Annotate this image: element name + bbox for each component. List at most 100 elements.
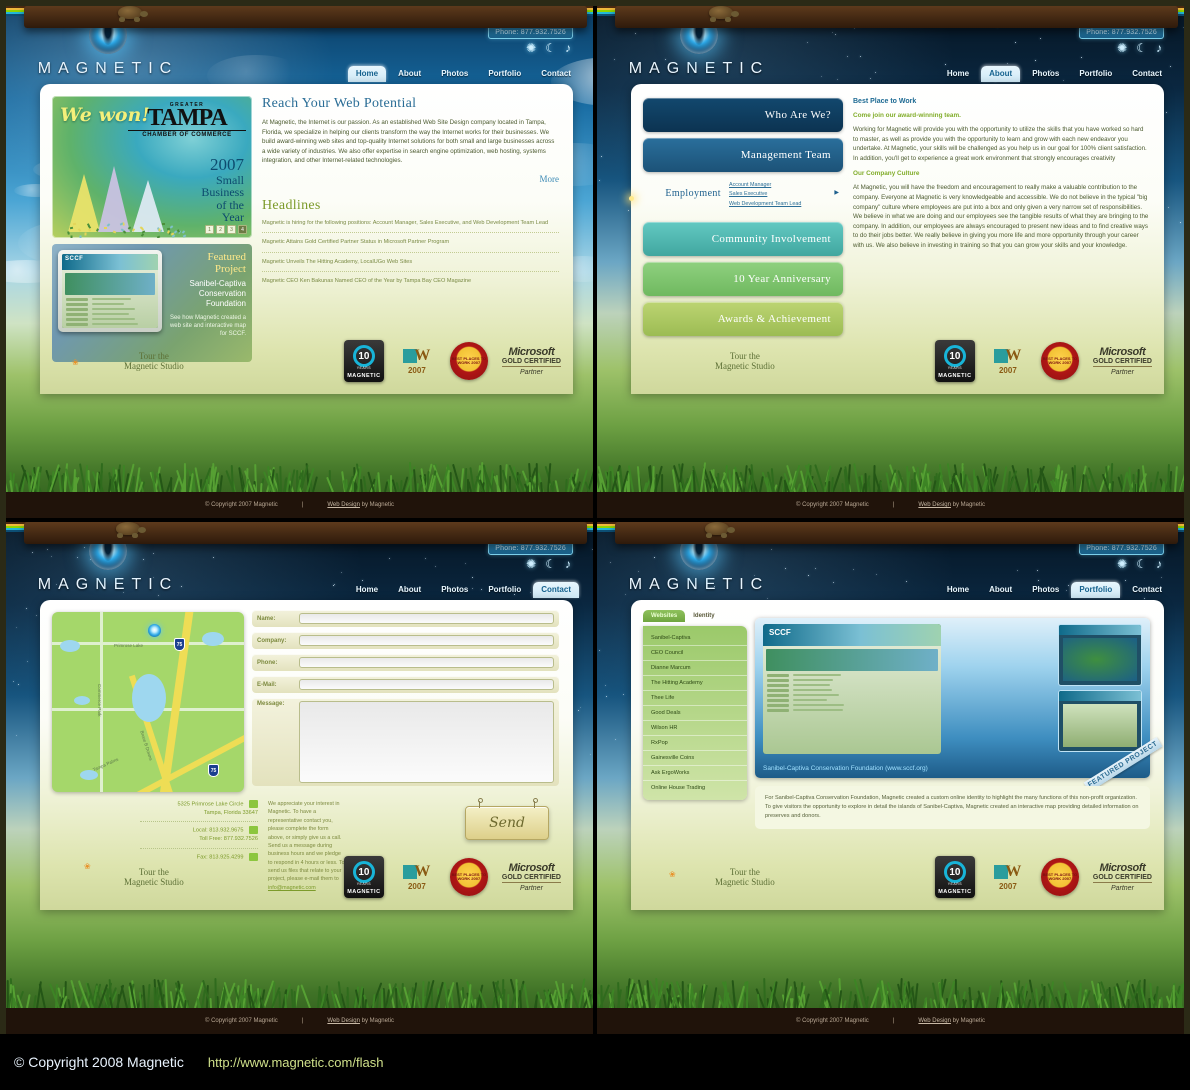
accordion-employment[interactable]: Employment Account Manager Sales Executi…: [643, 178, 843, 216]
accordion-who-are-we[interactable]: Who Are We?: [643, 98, 843, 132]
nav-portfolio[interactable]: Portfolio: [1071, 582, 1120, 598]
headline-item[interactable]: Magnetic Attains Gold Certified Partner …: [262, 233, 559, 252]
nav-photos[interactable]: Photos: [1024, 66, 1067, 82]
list-item[interactable]: Sanibel-Captiva: [643, 631, 747, 646]
nav-home[interactable]: Home: [348, 66, 386, 82]
send-button[interactable]: Send: [465, 806, 549, 840]
nav-portfolio[interactable]: Portfolio: [480, 582, 529, 598]
employment-links[interactable]: Account Manager Sales Executive Web Deve…: [729, 181, 801, 209]
nav-home[interactable]: Home: [348, 582, 386, 598]
list-item[interactable]: Wilson HR: [643, 721, 747, 736]
list-item[interactable]: Good Deals: [643, 706, 747, 721]
hero-slide-dots[interactable]: 1 2 3 4: [205, 225, 247, 234]
form-row-company[interactable]: Company:: [252, 632, 559, 649]
list-item[interactable]: Online House Trading: [643, 781, 747, 795]
accordion-awards-achievement[interactable]: Awards & Achievement: [643, 302, 843, 336]
mode-icons[interactable]: ✺ ☾ ♪: [526, 558, 571, 570]
tab-identity[interactable]: Identity: [685, 610, 722, 622]
accordion-ten-year-anniversary[interactable]: 10 Year Anniversary: [643, 262, 843, 296]
headline-item[interactable]: Magnetic Unveils The Hitting Academy, Lo…: [262, 253, 559, 272]
music-note-icon[interactable]: ♪: [565, 558, 571, 570]
main-nav[interactable]: Home About Photos Portfolio Contact: [348, 582, 579, 598]
nav-photos[interactable]: Photos: [433, 582, 476, 598]
nav-home[interactable]: Home: [939, 66, 977, 82]
hero-banner[interactable]: We won! GREATER TAMPA CHAMBER OF COMMERC…: [52, 96, 252, 238]
nav-about[interactable]: About: [390, 582, 429, 598]
nav-contact[interactable]: Contact: [1124, 582, 1170, 598]
company-input[interactable]: [299, 635, 554, 646]
tour-studio-link[interactable]: Tour the Magnetic Studio: [124, 351, 184, 372]
tour-studio-link[interactable]: Tour the Magnetic Studio: [715, 351, 775, 372]
job-link-account-manager[interactable]: Account Manager: [729, 181, 801, 190]
footer-credit-link[interactable]: Web Design: [918, 502, 951, 508]
tour-studio-link[interactable]: Tour the Magnetic Studio: [715, 867, 775, 888]
music-note-icon[interactable]: ♪: [565, 42, 571, 54]
job-link-web-dev-lead[interactable]: Web Development Team Lead: [729, 200, 801, 209]
list-item[interactable]: Gainesville Coins: [643, 751, 747, 766]
mode-icons[interactable]: ✺ ☾ ♪: [526, 42, 571, 54]
footer-credit-link[interactable]: Web Design: [327, 1018, 360, 1024]
main-nav[interactable]: Home About Photos Portfolio Contact: [939, 582, 1170, 598]
mode-icons[interactable]: ✺ ☾ ♪: [1117, 558, 1162, 570]
form-row-message[interactable]: Message:: [252, 698, 559, 786]
portfolio-caption-url[interactable]: (www.sccf.org): [885, 765, 928, 772]
form-row-phone[interactable]: Phone:: [252, 654, 559, 671]
slide-dot-2[interactable]: 2: [216, 225, 225, 234]
moon-icon[interactable]: ☾: [1136, 42, 1147, 54]
sun-icon[interactable]: ✺: [1117, 558, 1127, 570]
list-item[interactable]: RxPop: [643, 736, 747, 751]
list-item[interactable]: Ask ErgoWorks: [643, 766, 747, 781]
accordion-management-team[interactable]: Management Team: [643, 138, 843, 172]
phone-input[interactable]: [299, 657, 554, 668]
nav-home[interactable]: Home: [939, 582, 977, 598]
list-item[interactable]: Dianne Marcum: [643, 661, 747, 676]
job-link-sales-executive[interactable]: Sales Executive: [729, 190, 801, 199]
moon-icon[interactable]: ☾: [1136, 558, 1147, 570]
list-item[interactable]: Thee Life: [643, 691, 747, 706]
accordion-community-involvement[interactable]: Community Involvement: [643, 222, 843, 256]
nav-portfolio[interactable]: Portfolio: [1071, 66, 1120, 82]
location-map[interactable]: Primrose Lake Commerce Park Tampa Palms …: [52, 612, 244, 792]
name-input[interactable]: [299, 613, 554, 624]
portfolio-thumbnail-1[interactable]: [1058, 624, 1142, 686]
portfolio-main-screenshot[interactable]: SCCF: [763, 624, 941, 754]
more-link[interactable]: More: [262, 174, 559, 184]
music-note-icon[interactable]: ♪: [1156, 42, 1162, 54]
contact-form[interactable]: Name: Company: Phone: E-Mail: Message:: [252, 610, 559, 791]
list-item[interactable]: CEO Council: [643, 646, 747, 661]
slide-dot-4[interactable]: 4: [238, 225, 247, 234]
sun-icon[interactable]: ✺: [526, 558, 536, 570]
email-input[interactable]: [299, 679, 554, 690]
slide-dot-1[interactable]: 1: [205, 225, 214, 234]
moon-icon[interactable]: ☾: [545, 558, 556, 570]
music-note-icon[interactable]: ♪: [1156, 558, 1162, 570]
headline-item[interactable]: Magnetic is hiring for the following pos…: [262, 214, 559, 233]
form-row-email[interactable]: E-Mail:: [252, 676, 559, 693]
about-accordion[interactable]: Who Are We? Management Team Employment A…: [643, 98, 843, 342]
mode-icons[interactable]: ✺ ☾ ♪: [1117, 42, 1162, 54]
nav-photos[interactable]: Photos: [1024, 582, 1067, 598]
sun-icon[interactable]: ✺: [526, 42, 536, 54]
list-item[interactable]: The Hitting Academy: [643, 676, 747, 691]
slide-dot-3[interactable]: 3: [227, 225, 236, 234]
main-nav[interactable]: Home About Photos Portfolio Contact: [939, 66, 1170, 82]
headline-item[interactable]: Magnetic CEO Ken Bakunas Named CEO of th…: [262, 272, 559, 290]
footer-credit-link[interactable]: Web Design: [918, 1018, 951, 1024]
portfolio-tabs[interactable]: Websites Identity: [643, 610, 747, 622]
main-nav[interactable]: Home About Photos Portfolio Contact: [348, 66, 579, 82]
portfolio-thumbnail-2[interactable]: [1058, 690, 1142, 752]
nav-contact[interactable]: Contact: [533, 582, 579, 598]
tab-websites[interactable]: Websites: [643, 610, 685, 622]
form-row-name[interactable]: Name:: [252, 610, 559, 627]
sun-icon[interactable]: ✺: [1117, 42, 1127, 54]
nav-portfolio[interactable]: Portfolio: [480, 66, 529, 82]
footer-credit-link[interactable]: Web Design: [327, 502, 360, 508]
nav-photos[interactable]: Photos: [433, 66, 476, 82]
nav-about[interactable]: About: [390, 66, 429, 82]
nav-about[interactable]: About: [981, 582, 1020, 598]
tour-studio-link[interactable]: Tour the Magnetic Studio: [124, 867, 184, 888]
nav-contact[interactable]: Contact: [533, 66, 579, 82]
nav-about[interactable]: About: [981, 66, 1020, 82]
portfolio-list[interactable]: Sanibel-Captiva CEO Council Dianne Marcu…: [643, 626, 747, 800]
nav-contact[interactable]: Contact: [1124, 66, 1170, 82]
